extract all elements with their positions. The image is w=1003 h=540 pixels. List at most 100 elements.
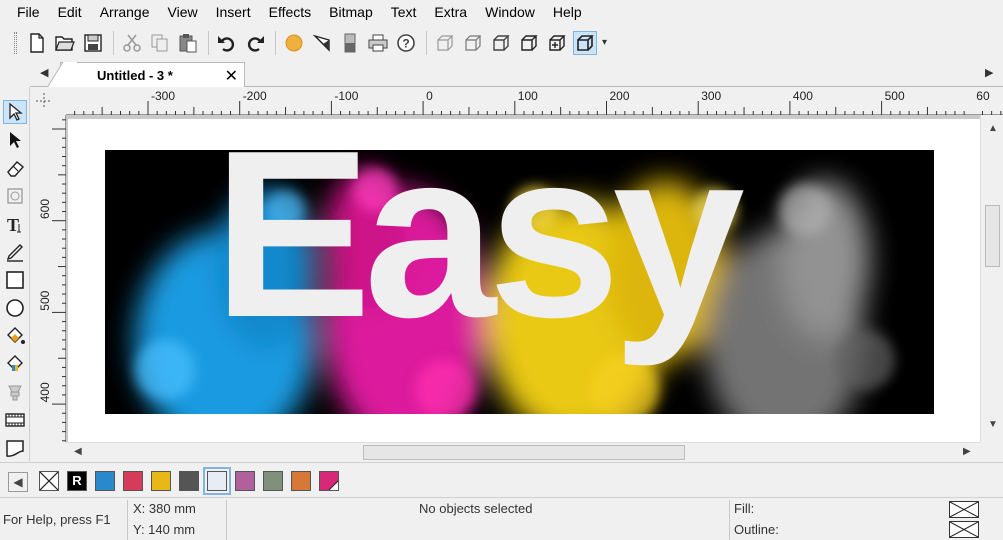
- ruler-origin-icon: [36, 93, 52, 109]
- close-icon[interactable]: ✕: [225, 66, 238, 86]
- redo-button[interactable]: [243, 31, 267, 55]
- save-icon: [84, 33, 102, 52]
- menu-file[interactable]: File: [8, 0, 49, 25]
- eraser-icon: [7, 161, 25, 177]
- vertical-scrollbar[interactable]: ▲ ▼: [980, 115, 1003, 442]
- toolbar-separator: [113, 30, 114, 55]
- svg-text:?: ?: [402, 36, 409, 50]
- document-tab-title: Untitled - 3 *: [97, 68, 173, 83]
- paint-bucket-icon: [7, 327, 25, 344]
- box-3d-add-button[interactable]: [545, 31, 569, 55]
- no-fill-icon: [949, 501, 979, 518]
- box-3d-button-3[interactable]: [489, 31, 513, 55]
- fill-tool[interactable]: [3, 324, 27, 348]
- film-strip-icon: [5, 413, 25, 427]
- fill-button[interactable]: [282, 31, 306, 55]
- print-button[interactable]: [366, 31, 390, 55]
- vertical-ruler[interactable]: 600500400300: [30, 115, 66, 494]
- node-tool[interactable]: [3, 128, 27, 152]
- swatch-red[interactable]: [123, 471, 143, 491]
- swatch-blue[interactable]: [95, 471, 115, 491]
- box-3d-button-2[interactable]: [461, 31, 485, 55]
- cut-button[interactable]: [120, 31, 144, 55]
- menu-help[interactable]: Help: [544, 0, 591, 25]
- text-tool[interactable]: T: [3, 212, 27, 236]
- selector-tool[interactable]: [3, 100, 27, 124]
- status-separator: [226, 500, 227, 540]
- toolbar-separator: [208, 30, 209, 55]
- scroll-right-icon[interactable]: ▶: [963, 446, 971, 457]
- fill-circle-icon: [285, 34, 303, 51]
- film-strip-tool[interactable]: [3, 408, 27, 432]
- outline-indicator[interactable]: [949, 521, 979, 538]
- swatch-dark-gray[interactable]: [179, 471, 199, 491]
- swatch-purple[interactable]: [235, 471, 255, 491]
- palette-scroll-left-icon[interactable]: ◀: [8, 472, 28, 492]
- cursor-x: X: 380 mm: [133, 501, 196, 516]
- undo-button[interactable]: [215, 31, 239, 55]
- toolbar-overflow-icon[interactable]: ▾: [602, 37, 607, 48]
- menu-view[interactable]: View: [159, 0, 207, 25]
- box-3d-button-4[interactable]: [517, 31, 541, 55]
- horizontal-scroll-thumb[interactable]: [363, 445, 685, 460]
- swatch-none[interactable]: [39, 471, 59, 491]
- shape-tool[interactable]: [3, 184, 27, 208]
- swatch-orange[interactable]: [291, 471, 311, 491]
- polygon-icon: [7, 188, 23, 204]
- tab-scroll-right-icon[interactable]: ▶: [985, 66, 993, 79]
- menu-edit[interactable]: Edit: [49, 0, 91, 25]
- gradient-fill-icon: [7, 355, 23, 371]
- ruler-corner[interactable]: [30, 87, 66, 115]
- color-palette: ◀ R: [0, 462, 1003, 498]
- menu-insert[interactable]: Insert: [207, 0, 260, 25]
- help-button[interactable]: ?: [394, 31, 418, 55]
- transparency-tool[interactable]: [3, 380, 27, 404]
- outline-label: Outline:: [734, 522, 779, 537]
- menu-arrange[interactable]: Arrange: [91, 0, 159, 25]
- document-page[interactable]: Easy: [68, 119, 980, 442]
- pen-tool[interactable]: [3, 240, 27, 264]
- menu-window[interactable]: Window: [476, 0, 544, 25]
- help-hint: For Help, press F1: [3, 512, 111, 527]
- menu-effects[interactable]: Effects: [260, 0, 321, 25]
- swatch-yellow[interactable]: [151, 471, 171, 491]
- gradient-fill-tool[interactable]: [3, 352, 27, 376]
- save-button[interactable]: [81, 31, 105, 55]
- menu-extra[interactable]: Extra: [425, 0, 476, 25]
- ellipse-tool[interactable]: [3, 296, 27, 320]
- menu-bitmap[interactable]: Bitmap: [320, 0, 382, 25]
- ruler-h-label: 0: [426, 89, 433, 103]
- menu-text[interactable]: Text: [382, 0, 426, 25]
- standard-toolbar: ? ▾: [0, 25, 1003, 60]
- rectangle-tool[interactable]: [3, 268, 27, 292]
- swatch-magenta[interactable]: [319, 471, 339, 491]
- transparency-button[interactable]: [338, 31, 362, 55]
- open-button[interactable]: [53, 31, 77, 55]
- swatch-registration[interactable]: R: [67, 471, 87, 491]
- copy-button[interactable]: [148, 31, 172, 55]
- new-document-button[interactable]: [25, 31, 49, 55]
- rectangle-icon: [6, 271, 24, 289]
- envelope-tool[interactable]: [3, 436, 27, 460]
- scroll-down-icon[interactable]: ▼: [988, 419, 998, 430]
- swatch-light-blue[interactable]: [203, 467, 231, 495]
- cut-icon: [123, 34, 141, 52]
- eraser-tool[interactable]: [3, 156, 27, 180]
- paste-button[interactable]: [176, 31, 200, 55]
- toolbar-grip[interactable]: [14, 31, 17, 54]
- box-3d-active-button[interactable]: [573, 30, 597, 55]
- bitmap-artwork[interactable]: Easy: [105, 150, 934, 414]
- transparency-tool-icon: [8, 385, 22, 401]
- swatch-olive[interactable]: [263, 471, 283, 491]
- horizontal-scrollbar[interactable]: ◀ ▶: [66, 442, 980, 462]
- drawing-canvas[interactable]: Easy: [66, 115, 980, 442]
- scroll-left-icon[interactable]: ◀: [74, 446, 82, 457]
- fill-indicator[interactable]: [949, 501, 979, 518]
- box-3d-button-1[interactable]: [433, 31, 457, 55]
- horizontal-ruler[interactable]: -300 -200 -100 0 100 200 300 400 500 60: [66, 87, 1003, 115]
- bevel-button[interactable]: [310, 31, 334, 55]
- document-tab-bar: ◀ Untitled - 3 * ✕ ▶: [30, 60, 1003, 88]
- scroll-up-icon[interactable]: ▲: [988, 123, 998, 134]
- document-tab[interactable]: Untitled - 3 * ✕: [47, 62, 245, 88]
- vertical-scroll-thumb[interactable]: [985, 205, 1000, 267]
